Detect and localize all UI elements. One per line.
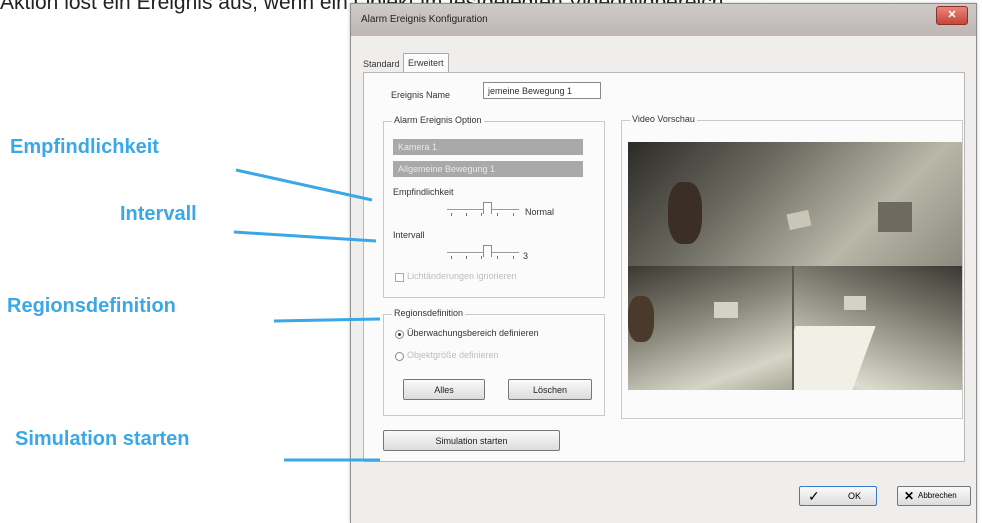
object-size-radio[interactable] <box>395 352 404 361</box>
object-size-label: Objektgröße definieren <box>407 350 499 360</box>
region-title: Regionsdefinition <box>392 308 466 318</box>
monitor-area-label: Überwachungsbereich definieren <box>407 328 539 338</box>
ok-label: OK <box>848 491 862 501</box>
event-type-field[interactable]: Allgemeine Bewegung 1 <box>393 161 583 177</box>
all-button[interactable]: Alles <box>403 379 485 400</box>
alarm-dialog: Alarm Ereignis Konfiguration ✕ Standard … <box>350 3 977 523</box>
ignore-light-label: Lichtänderungen ignorieren <box>407 271 517 281</box>
simulation-button[interactable]: Simulation starten <box>383 430 560 451</box>
checkmark-icon: ✓ <box>808 488 820 504</box>
tab-advanced[interactable]: Erweitert <box>403 53 449 73</box>
dialog-titlebar[interactable]: Alarm Ereignis Konfiguration ✕ <box>351 4 976 36</box>
callout-simulation: Simulation starten <box>15 428 190 450</box>
interval-value: 3 <box>523 251 529 261</box>
sensitivity-value: Normal <box>525 207 555 217</box>
sensitivity-label: Empfindlichkeit <box>393 187 454 197</box>
callout-interval: Intervall <box>120 203 197 225</box>
video-preview-title: Video Vorschau <box>630 114 697 124</box>
camera-view-1 <box>628 142 962 266</box>
interval-ticks <box>447 256 519 260</box>
video-preview[interactable] <box>628 142 962 390</box>
camera-view-2 <box>628 266 792 390</box>
monitor-area-radio[interactable] <box>395 330 404 339</box>
x-icon: ✕ <box>904 489 915 503</box>
ok-button[interactable]: ✓ OK <box>799 486 877 506</box>
event-name-input[interactable]: jemeine Bewegung 1 <box>483 82 601 99</box>
alarm-option-title: Alarm Ereignis Option <box>392 115 484 125</box>
dialog-title: Alarm Ereignis Konfiguration <box>361 14 488 25</box>
interval-label: Intervall <box>393 230 425 240</box>
delete-button[interactable]: Löschen <box>508 379 592 400</box>
close-icon: ✕ <box>947 9 957 21</box>
ignore-light-checkbox[interactable] <box>395 273 404 282</box>
close-button[interactable]: ✕ <box>936 6 968 25</box>
cancel-label: Abbrechen <box>918 491 957 500</box>
cancel-button[interactable]: ✕ Abbrechen <box>897 486 971 506</box>
callout-region: Regionsdefinition <box>7 295 176 317</box>
sensitivity-ticks <box>447 213 519 217</box>
event-name-label: Ereignis Name <box>391 90 451 100</box>
camera-view-3 <box>794 266 962 390</box>
callout-sensitivity: Empfindlichkeit <box>10 136 159 158</box>
tab-standard[interactable]: Standard <box>359 57 404 72</box>
camera-field[interactable]: Kamera 1 <box>393 139 583 155</box>
